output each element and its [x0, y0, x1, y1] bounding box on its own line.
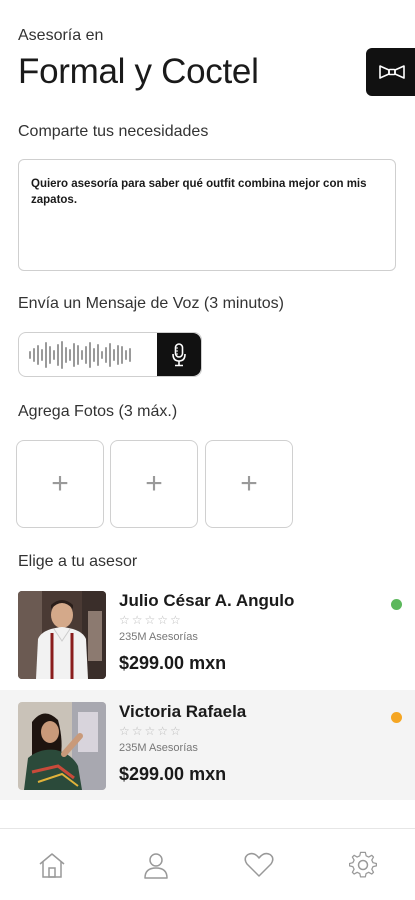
waveform-bar — [113, 348, 115, 361]
waveform-bar — [121, 345, 123, 364]
needs-textarea[interactable]: Quiero asesoría para saber qué outfit co… — [18, 159, 396, 271]
waveform-bar — [93, 347, 95, 362]
nav-settings[interactable] — [311, 829, 415, 900]
nav-profile[interactable] — [104, 829, 208, 900]
advisor-price: $299.00 mxn — [119, 764, 227, 784]
microphone-icon — [172, 342, 186, 366]
gear-icon — [349, 851, 378, 878]
waveform-bar — [37, 344, 39, 365]
add-photo-button-3[interactable]: + — [205, 440, 293, 528]
advisor-card-victoria[interactable]: Victoria Rafaela ☆☆☆☆☆ 235M Asesorías $2… — [0, 690, 415, 800]
waveform-bar — [81, 349, 83, 360]
waveform-bar — [65, 346, 67, 363]
page-title: Formal y Coctel — [18, 52, 259, 91]
nav-home[interactable] — [0, 829, 104, 900]
waveform-bar — [89, 341, 91, 368]
rating-stars: ☆☆☆☆☆ — [119, 613, 183, 627]
header-subtitle: Asesoría en — [18, 27, 104, 44]
online-status-dot — [391, 599, 402, 610]
bottom-navigation — [0, 828, 415, 900]
profile-icon — [143, 852, 168, 879]
bowtie-icon — [379, 65, 405, 79]
add-photo-button-1[interactable]: + — [16, 440, 104, 528]
advisor-card-julio[interactable]: Julio César A. Angulo ☆☆☆☆☆ 235M Asesorí… — [0, 583, 415, 693]
advisor-price: $299.00 mxn — [119, 653, 227, 673]
home-icon — [39, 852, 65, 878]
waveform-bar — [33, 347, 35, 362]
bowtie-button[interactable] — [366, 48, 415, 96]
waveform-bar — [101, 350, 103, 359]
waveform-bar — [129, 347, 131, 362]
waveform-bar — [61, 340, 63, 369]
advisor-name: Julio César A. Angulo — [119, 591, 295, 610]
photos-label: Agrega Fotos (3 máx.) — [18, 403, 178, 420]
add-photo-button-2[interactable]: + — [110, 440, 198, 528]
waveform-bar — [41, 348, 43, 361]
waveform-bar — [45, 341, 47, 368]
waveform-bar — [77, 344, 79, 365]
advisor-name: Victoria Rafaela — [119, 702, 247, 721]
record-button[interactable] — [157, 333, 201, 376]
waveform-bar — [29, 350, 31, 359]
rating-stars: ☆☆☆☆☆ — [119, 724, 183, 738]
waveform-bar — [69, 348, 71, 361]
voice-message-control[interactable] — [18, 332, 202, 377]
waveform-bar — [57, 343, 59, 366]
advisor-photo — [18, 702, 106, 790]
waveform-bar — [85, 345, 87, 364]
audio-waveform — [19, 333, 157, 376]
waveform-bar — [117, 344, 119, 365]
advisory-count: 235M Asesorías — [119, 631, 198, 643]
waveform-bar — [125, 349, 127, 360]
advisory-count: 235M Asesorías — [119, 742, 198, 754]
waveform-bar — [109, 342, 111, 367]
voice-label: Envía un Mensaje de Voz (3 minutos) — [18, 295, 284, 312]
waveform-bar — [73, 342, 75, 367]
online-status-dot — [391, 712, 402, 723]
waveform-bar — [49, 345, 51, 364]
waveform-bar — [53, 349, 55, 360]
advisor-photo — [18, 591, 106, 679]
nav-favorites[interactable] — [208, 829, 312, 900]
waveform-bar — [105, 346, 107, 363]
needs-label: Comparte tus necesidades — [18, 123, 209, 140]
advisors-label: Elige a tu asesor — [18, 553, 138, 570]
heart-icon — [244, 852, 274, 877]
waveform-bar — [97, 343, 99, 366]
